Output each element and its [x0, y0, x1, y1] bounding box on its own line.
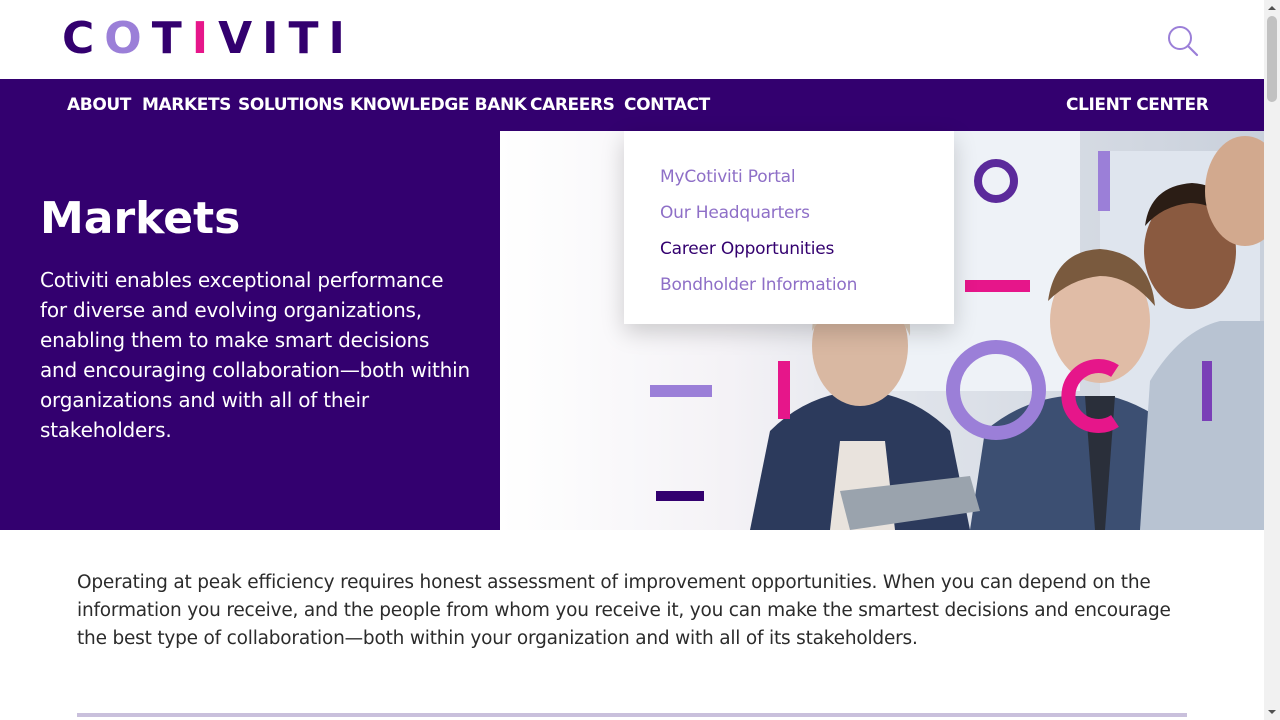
logo-letter-c: C — [62, 13, 105, 64]
nav-item-solutions[interactable]: SOLUTIONS — [238, 79, 344, 131]
section-divider — [77, 713, 1187, 717]
dropdown-item-career-opportunities[interactable]: Career Opportunities — [660, 239, 834, 259]
hero-description: Cotiviti enables exceptional performance… — [40, 268, 470, 442]
scroll-up-arrow-icon[interactable] — [1264, 0, 1280, 16]
dropdown-item-bondholder-information[interactable]: Bondholder Information — [660, 275, 857, 295]
page-title: Markets — [40, 193, 241, 244]
contact-dropdown-menu: MyCotiviti Portal Our Headquarters Caree… — [624, 131, 954, 324]
dropdown-item-mycotiviti-portal[interactable]: MyCotiviti Portal — [660, 167, 796, 187]
main-nav: ABOUT MARKETS SOLUTIONS KNOWLEDGE BANK C… — [0, 79, 1264, 131]
nav-item-contact[interactable]: CONTACT — [624, 79, 710, 131]
dropdown-item-our-headquarters[interactable]: Our Headquarters — [660, 203, 810, 223]
logo-letter-i: I — [191, 13, 219, 64]
nav-item-markets[interactable]: MARKETS — [142, 79, 231, 131]
nav-item-client-center[interactable]: CLIENT CENTER — [1066, 79, 1209, 131]
cotiviti-logo[interactable]: C O T I V I T I — [62, 13, 345, 64]
logo-letter-t: T — [151, 13, 192, 64]
top-bar: C O T I V I T I — [0, 0, 1264, 79]
nav-item-careers[interactable]: CAREERS — [530, 79, 615, 131]
logo-letter-i-2: I — [262, 13, 289, 64]
logo-letter-o: O — [104, 13, 152, 64]
nav-item-about[interactable]: ABOUT — [67, 79, 131, 131]
logo-letter-v: V — [218, 13, 263, 64]
intro-paragraph: Operating at peak efficiency requires ho… — [77, 572, 1171, 649]
scrollbar-thumb[interactable] — [1267, 16, 1277, 102]
logo-letter-t-2: T — [288, 13, 329, 64]
hero-panel: Markets Cotiviti enables exceptional per… — [0, 131, 500, 530]
page-scrollbar[interactable] — [1264, 0, 1280, 720]
logo-letter-i-3: I — [328, 13, 345, 64]
search-icon[interactable] — [1166, 24, 1200, 58]
nav-item-knowledge-bank[interactable]: KNOWLEDGE BANK — [350, 79, 527, 131]
scroll-down-arrow-icon[interactable] — [1264, 704, 1280, 720]
